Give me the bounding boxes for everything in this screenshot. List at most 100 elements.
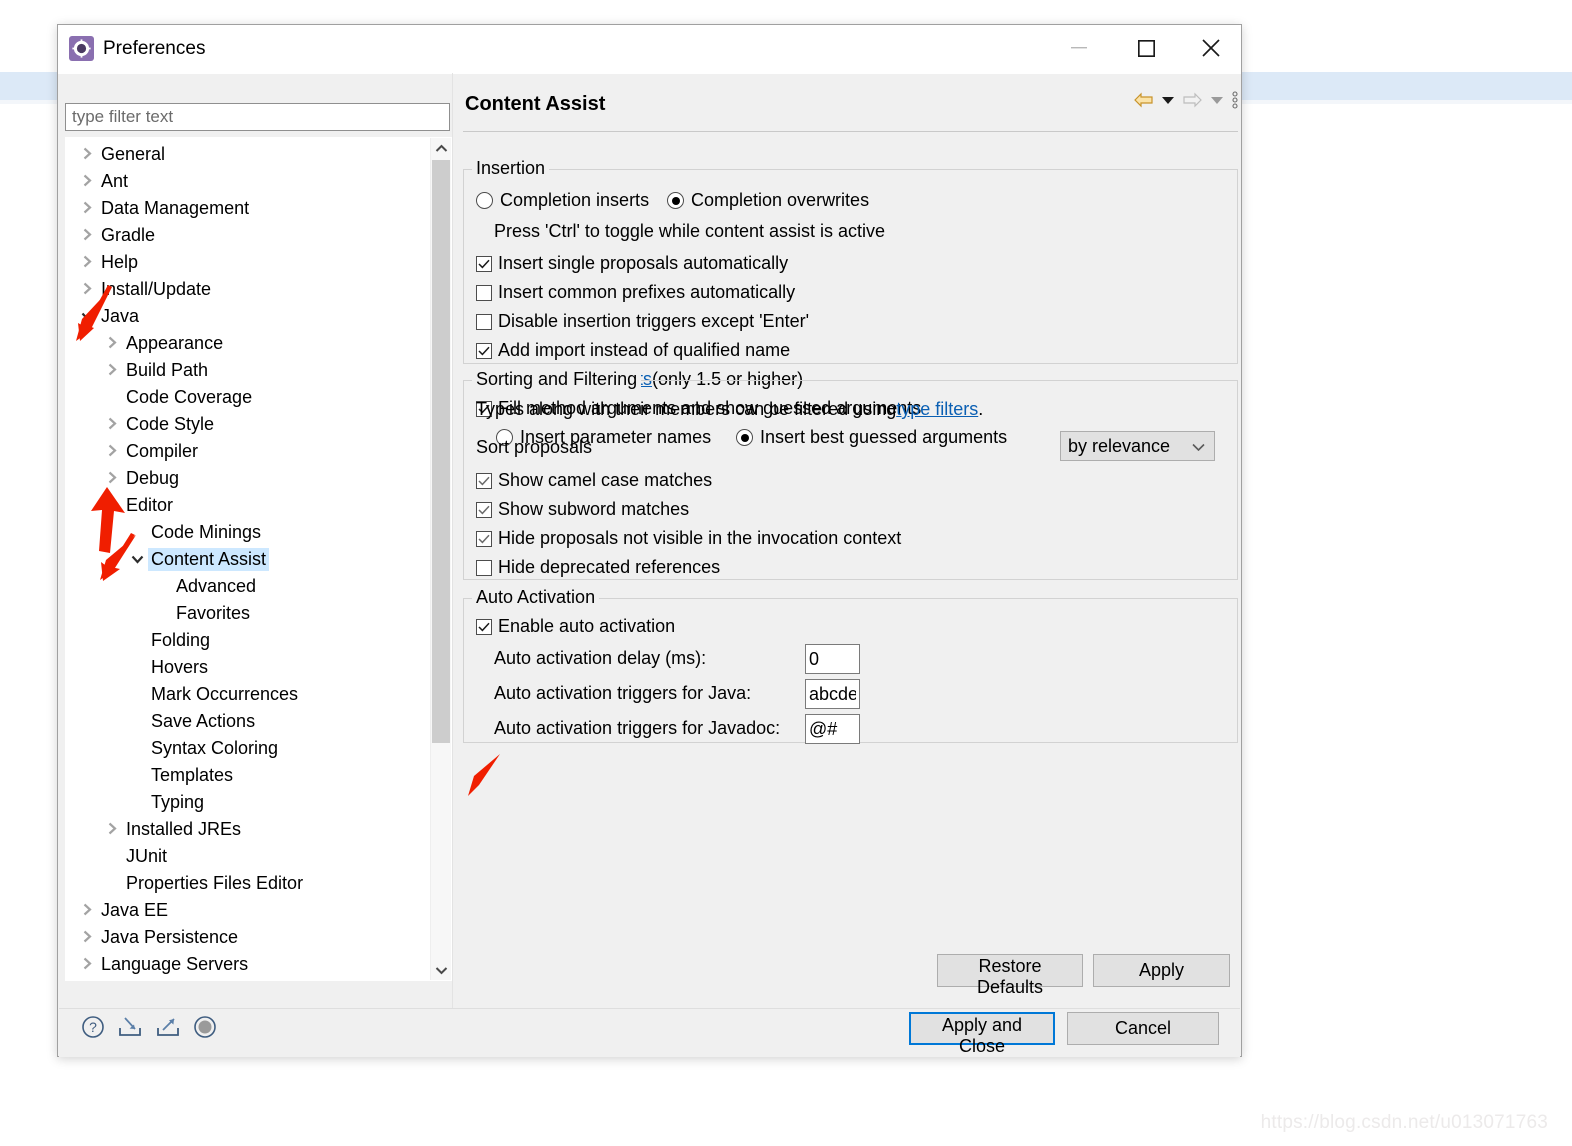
disable-insertion-triggers-checkbox[interactable]: Disable insertion triggers except 'Enter… bbox=[476, 311, 809, 332]
maximize-button[interactable] bbox=[1121, 25, 1171, 71]
chevron-right-icon[interactable] bbox=[76, 225, 98, 246]
chevron-right-icon[interactable] bbox=[76, 954, 98, 975]
filter-input[interactable] bbox=[65, 103, 450, 131]
cancel-button[interactable]: Cancel bbox=[1067, 1012, 1219, 1045]
tree-item-editor[interactable]: Editor bbox=[66, 492, 419, 519]
chevron-right-icon[interactable] bbox=[101, 819, 123, 840]
show-camel-case-checkbox[interactable]: Show camel case matches bbox=[476, 470, 712, 491]
tree-item-gradle[interactable]: Gradle bbox=[66, 222, 419, 249]
tree-item-language-servers[interactable]: Language Servers bbox=[66, 951, 419, 978]
view-menu-icon[interactable] bbox=[1232, 91, 1238, 109]
scrollbar-thumb[interactable] bbox=[432, 160, 450, 743]
disable-insertion-triggers-label: Disable insertion triggers except 'Enter… bbox=[498, 311, 810, 331]
chevron-right-icon[interactable] bbox=[76, 279, 98, 300]
insert-single-proposals-label: Insert single proposals automatically bbox=[498, 253, 789, 273]
tree-item-save-actions[interactable]: Save Actions bbox=[66, 708, 419, 735]
tree-item-install-update[interactable]: Install/Update bbox=[66, 276, 419, 303]
hide-proposals-checkbox[interactable]: Hide proposals not visible in the invoca… bbox=[476, 528, 901, 549]
chevron-right-icon[interactable] bbox=[76, 927, 98, 948]
footer-icon-group: ? bbox=[81, 1015, 217, 1039]
tree-item-typing[interactable]: Typing bbox=[66, 789, 419, 816]
completion-inserts-label: Completion inserts bbox=[500, 190, 650, 210]
tree-item-code-coverage[interactable]: Code Coverage bbox=[66, 384, 419, 411]
tree-item-build-path[interactable]: Build Path bbox=[66, 357, 419, 384]
apply-button[interactable]: Apply bbox=[1093, 954, 1230, 987]
tree-item-appearance[interactable]: Appearance bbox=[66, 330, 419, 357]
minimize-button[interactable] bbox=[1054, 25, 1104, 71]
auto-activation-group: Auto Activation Enable auto activation A… bbox=[463, 587, 1238, 744]
pane-divider bbox=[452, 73, 453, 1008]
chevron-down-icon[interactable] bbox=[101, 495, 123, 516]
auto-activation-java-input[interactable] bbox=[805, 679, 860, 709]
tree-item-syntax-coloring[interactable]: Syntax Coloring bbox=[66, 735, 419, 762]
tree-item-label: Content Assist bbox=[148, 548, 270, 571]
tree-item-label: Folding bbox=[151, 630, 211, 650]
tree-item-mark-occurrences[interactable]: Mark Occurrences bbox=[66, 681, 419, 708]
dialog-title: Preferences bbox=[103, 38, 206, 59]
chevron-right-icon[interactable] bbox=[101, 468, 123, 489]
forward-dropdown-icon[interactable] bbox=[1211, 96, 1223, 104]
tree-item-folding[interactable]: Folding bbox=[66, 627, 419, 654]
tree-item-properties-files-editor[interactable]: Properties Files Editor bbox=[66, 870, 419, 897]
tree-scrollbar[interactable] bbox=[430, 138, 451, 980]
completion-inserts-radio[interactable]: Completion inserts bbox=[476, 190, 649, 211]
preferences-gear-icon bbox=[69, 36, 94, 61]
type-filters-link[interactable]: type filters bbox=[896, 399, 978, 420]
tree-item-compiler[interactable]: Compiler bbox=[66, 438, 419, 465]
import-preferences-icon[interactable] bbox=[117, 1015, 143, 1039]
back-arrow-icon[interactable] bbox=[1134, 92, 1153, 108]
tree-item-advanced[interactable]: Advanced bbox=[66, 573, 419, 600]
tree-item-java[interactable]: Java bbox=[66, 303, 419, 330]
tree-item-ant[interactable]: Ant bbox=[66, 168, 419, 195]
dialog-titlebar: Preferences bbox=[58, 25, 1241, 74]
restore-defaults-button[interactable]: Restore Defaults bbox=[937, 954, 1083, 997]
show-subword-matches-checkbox[interactable]: Show subword matches bbox=[476, 499, 689, 520]
close-button[interactable] bbox=[1186, 25, 1236, 71]
tree-item-data-management[interactable]: Data Management bbox=[66, 195, 419, 222]
auto-activation-javadoc-input[interactable] bbox=[805, 714, 860, 744]
tree-item-java-ee[interactable]: Java EE bbox=[66, 897, 419, 924]
tree-item-installed-jres[interactable]: Installed JREs bbox=[66, 816, 419, 843]
chevron-right-icon[interactable] bbox=[101, 441, 123, 462]
help-icon[interactable]: ? bbox=[81, 1015, 105, 1039]
chevron-right-icon[interactable] bbox=[101, 414, 123, 435]
tree-item-hovers[interactable]: Hovers bbox=[66, 654, 419, 681]
tree-item-debug[interactable]: Debug bbox=[66, 465, 419, 492]
add-import-checkbox[interactable]: Add import instead of qualified name bbox=[476, 340, 790, 361]
export-preferences-icon[interactable] bbox=[155, 1015, 181, 1039]
chevron-right-icon[interactable] bbox=[76, 144, 98, 165]
tree-item-favorites[interactable]: Favorites bbox=[66, 600, 419, 627]
page-toolbar bbox=[1134, 91, 1238, 109]
tree-item-code-minings[interactable]: Code Minings bbox=[66, 519, 419, 546]
tree-item-junit[interactable]: JUnit bbox=[66, 843, 419, 870]
auto-activation-delay-input[interactable] bbox=[805, 644, 860, 674]
insert-common-prefixes-checkbox[interactable]: Insert common prefixes automatically bbox=[476, 282, 795, 303]
chevron-right-icon[interactable] bbox=[76, 171, 98, 192]
enable-auto-activation-checkbox[interactable]: Enable auto activation bbox=[476, 616, 675, 637]
chevron-right-icon[interactable] bbox=[76, 252, 98, 273]
tree-item-maven[interactable]: Maven bbox=[66, 978, 419, 980]
chevron-right-icon[interactable] bbox=[76, 900, 98, 921]
sort-proposals-select[interactable]: by relevance bbox=[1060, 431, 1215, 461]
chevron-down-icon[interactable] bbox=[126, 549, 148, 570]
hide-deprecated-checkbox[interactable]: Hide deprecated references bbox=[476, 557, 720, 578]
radio-selected-icon bbox=[667, 192, 684, 209]
chevron-right-icon[interactable] bbox=[76, 198, 98, 219]
tree-item-code-style[interactable]: Code Style bbox=[66, 411, 419, 438]
chevron-right-icon[interactable] bbox=[101, 360, 123, 381]
tree-item-help[interactable]: Help bbox=[66, 249, 419, 276]
sort-proposals-value: by relevance bbox=[1068, 435, 1171, 456]
completion-overwrites-radio[interactable]: Completion overwrites bbox=[667, 190, 869, 211]
toggle-icon[interactable] bbox=[193, 1015, 217, 1039]
tree-item-java-persistence[interactable]: Java Persistence bbox=[66, 924, 419, 951]
tree-item-content-assist[interactable]: Content Assist bbox=[66, 546, 419, 573]
apply-and-close-button[interactable]: Apply and Close bbox=[909, 1012, 1055, 1056]
insert-single-proposals-checkbox[interactable]: Insert single proposals automatically bbox=[476, 253, 788, 274]
chevron-right-icon[interactable] bbox=[101, 333, 123, 354]
tree-item-general[interactable]: General bbox=[66, 141, 419, 168]
back-dropdown-icon[interactable] bbox=[1162, 96, 1174, 104]
scroll-down-icon[interactable] bbox=[431, 960, 451, 980]
scroll-up-icon[interactable] bbox=[431, 138, 451, 158]
tree-item-templates[interactable]: Templates bbox=[66, 762, 419, 789]
chevron-down-icon[interactable] bbox=[76, 306, 98, 327]
